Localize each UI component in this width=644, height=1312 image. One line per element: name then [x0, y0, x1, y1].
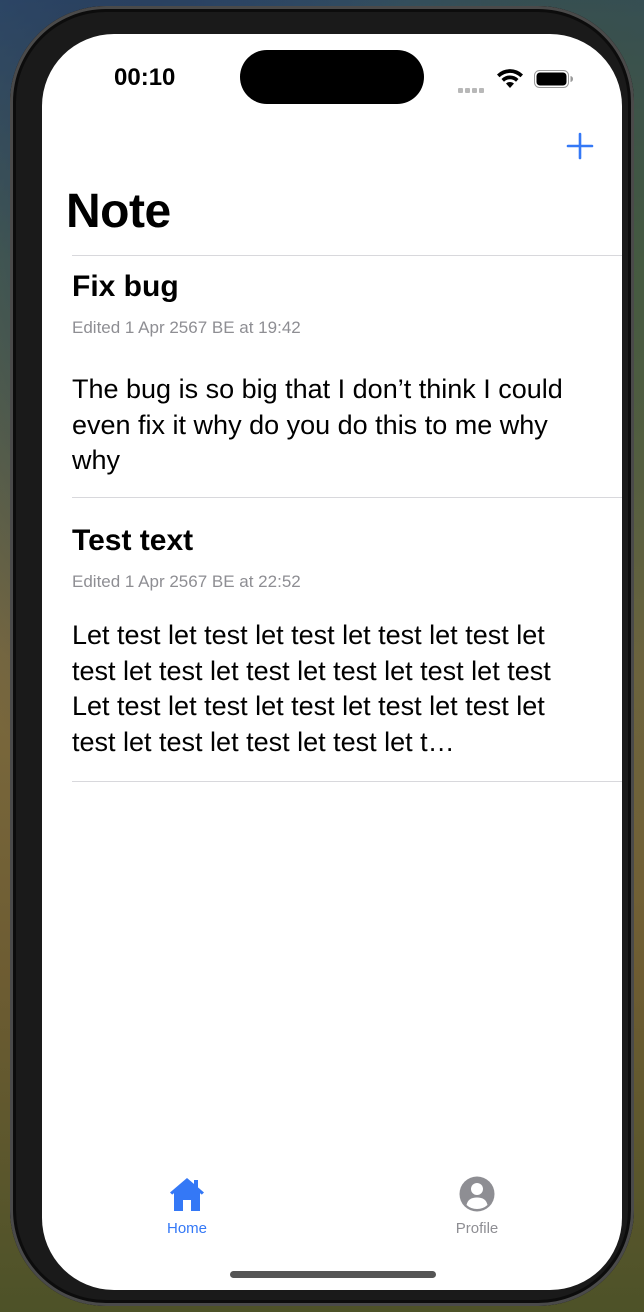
tab-label-profile: Profile [455, 1220, 499, 1237]
phone-frame: 00:10 Note Fix bug Edited 1 Apr 2567 BE … [10, 6, 634, 1306]
battery-icon [534, 70, 573, 88]
home-indicator [230, 1271, 436, 1278]
person-circle-icon [459, 1176, 495, 1212]
add-note-button[interactable] [560, 126, 600, 166]
note-item[interactable]: Fix bug Edited 1 Apr 2567 BE at 19:42 Th… [72, 256, 622, 497]
screen: 00:10 Note Fix bug Edited 1 Apr 2567 BE … [42, 34, 622, 1290]
house-icon [170, 1178, 204, 1211]
note-item[interactable]: Test text Edited 1 Apr 2567 BE at 22:52 … [72, 498, 622, 781]
dynamic-island [240, 50, 424, 104]
cellular-signal-icon [458, 80, 488, 93]
note-body: Let test let test let test let test let … [72, 620, 551, 757]
note-title: Fix bug [72, 270, 179, 303]
tab-profile[interactable]: Profile [417, 1174, 537, 1237]
tab-home[interactable]: Home [127, 1174, 247, 1237]
tab-bar: Home Profile [42, 1164, 622, 1254]
plus-icon [566, 132, 594, 160]
note-edited-date: Edited 1 Apr 2567 BE at 22:52 [72, 572, 301, 591]
wifi-icon [497, 69, 523, 88]
status-bar: 00:10 [42, 34, 622, 114]
note-edited-date: Edited 1 Apr 2567 BE at 19:42 [72, 318, 301, 337]
page-title: Note [66, 185, 171, 238]
tab-label-home: Home [166, 1220, 207, 1237]
note-title: Test text [72, 524, 194, 557]
divider [72, 781, 622, 782]
status-time: 00:10 [114, 64, 176, 91]
note-body: The bug is so big that I don’t think I c… [72, 374, 563, 475]
note-list: Fix bug Edited 1 Apr 2567 BE at 19:42 Th… [72, 255, 622, 782]
